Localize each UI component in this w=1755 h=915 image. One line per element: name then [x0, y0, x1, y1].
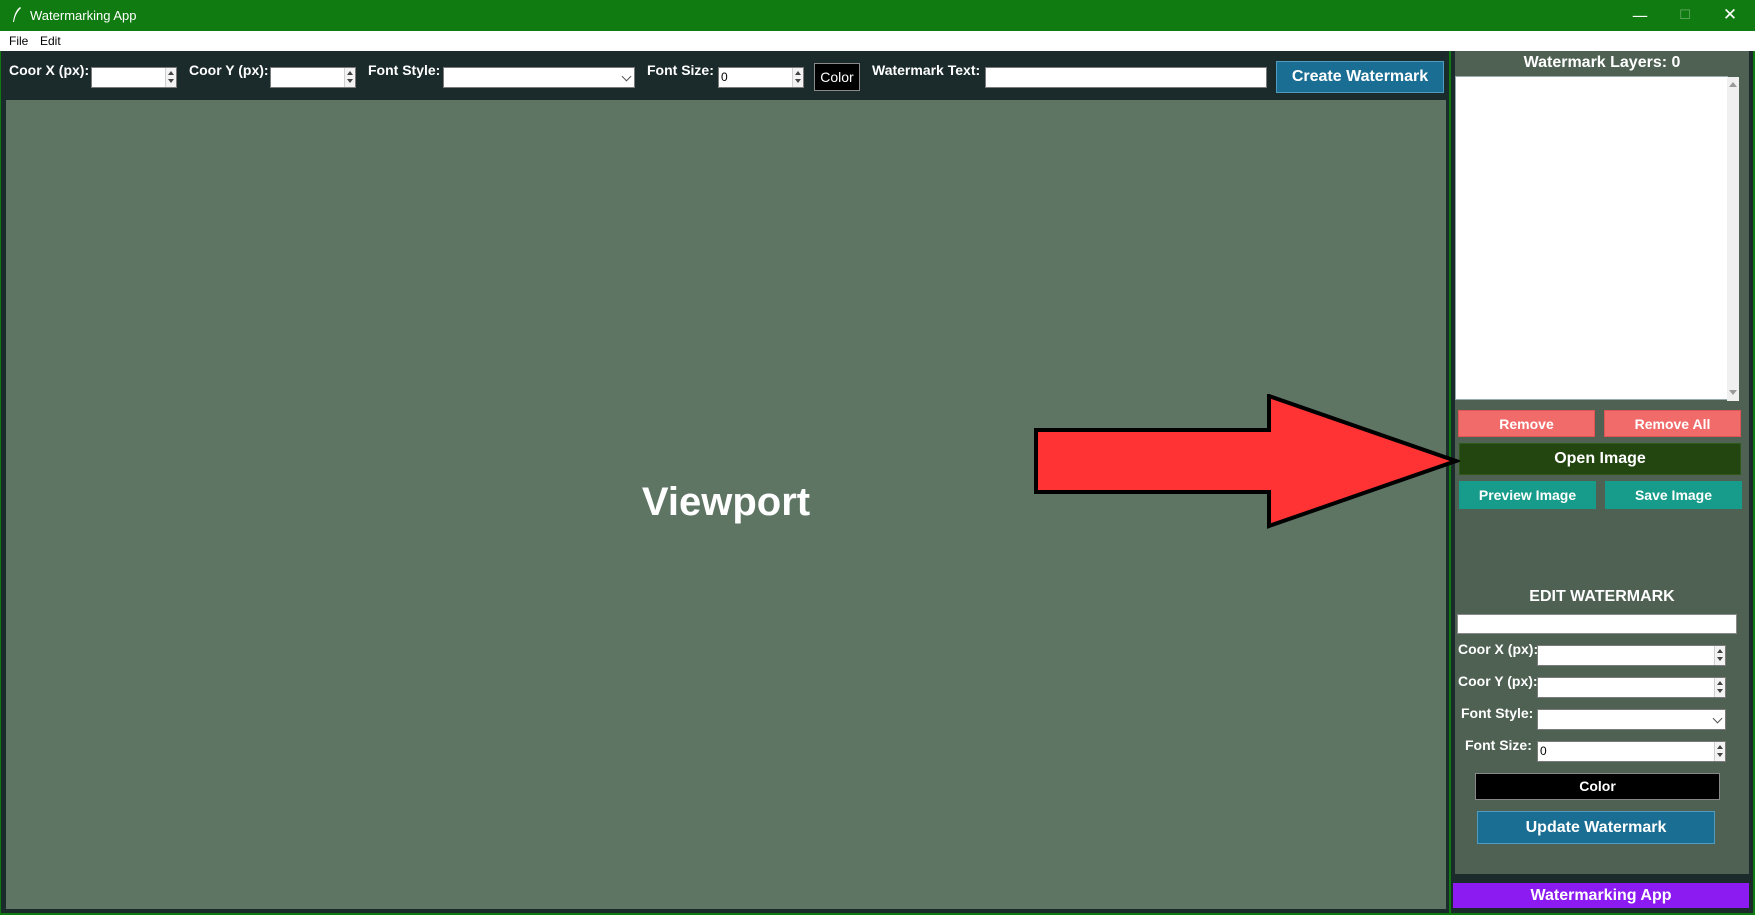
footer-app-label: Watermarking App	[1453, 883, 1749, 908]
edit-font-size-value: 0	[1540, 744, 1547, 758]
create-watermark-button[interactable]: Create Watermark	[1276, 61, 1444, 93]
coor-x-label: Coor X (px):	[9, 62, 90, 78]
window-title: Watermarking App	[30, 8, 137, 23]
layers-title: Watermark Layers: 0	[1523, 54, 1681, 71]
close-icon: ✕	[1722, 5, 1738, 25]
coor-y-label: Coor Y (px):	[189, 62, 269, 78]
watermark-text-input[interactable]	[985, 67, 1267, 88]
app-window: Watermarking App — ☐ ✕ File Edit Coor X …	[0, 0, 1755, 915]
menu-file[interactable]: File	[9, 34, 28, 48]
side-panel: Watermark Layers: 0 Remove Remove All Op…	[1451, 51, 1753, 913]
layers-listbox[interactable]	[1455, 76, 1739, 401]
font-size-label: Font Size:	[647, 62, 714, 78]
font-size-value: 0	[721, 70, 728, 84]
menu-edit[interactable]: Edit	[40, 34, 61, 48]
feather-icon	[13, 7, 21, 22]
edit-coor-y-spinbox[interactable]	[1537, 677, 1726, 698]
edit-font-style-label: Font Style:	[1461, 705, 1534, 721]
spin-arrows-icon[interactable]	[1714, 742, 1725, 761]
spin-arrows-icon[interactable]	[1714, 678, 1725, 697]
minimize-button[interactable]: —	[1617, 0, 1663, 31]
font-style-dropdown[interactable]	[443, 67, 635, 88]
side-panel-inner: Watermark Layers: 0 Remove Remove All Op…	[1455, 51, 1749, 874]
open-image-button[interactable]: Open Image	[1459, 443, 1741, 475]
coor-y-spinbox[interactable]	[270, 67, 356, 88]
edit-coor-x-label: Coor X (px):	[1458, 641, 1539, 657]
edit-color-button[interactable]: Color	[1475, 773, 1720, 800]
edit-coor-x-spinbox[interactable]	[1537, 645, 1726, 666]
layers-scrollbar[interactable]	[1727, 77, 1739, 401]
coor-x-spinbox[interactable]	[91, 67, 177, 88]
color-button[interactable]: Color	[814, 63, 860, 91]
edit-watermark-text-input[interactable]	[1457, 614, 1737, 634]
update-watermark-button[interactable]: Update Watermark	[1477, 811, 1715, 844]
annotation-arrow-icon	[1034, 394, 1460, 529]
maximize-button[interactable]: ☐	[1662, 0, 1708, 31]
edit-watermark-title: EDIT WATERMARK	[1529, 588, 1675, 605]
chevron-down-icon	[1712, 713, 1723, 724]
menu-bar: File Edit	[0, 31, 1755, 51]
watermark-text-label: Watermark Text:	[872, 62, 981, 78]
edit-font-style-dropdown[interactable]	[1537, 709, 1726, 730]
spin-arrows-icon[interactable]	[344, 68, 355, 87]
preview-image-button[interactable]: Preview Image	[1459, 481, 1596, 509]
title-bar: Watermarking App — ☐ ✕	[0, 0, 1755, 31]
remove-button[interactable]: Remove	[1458, 410, 1595, 437]
spin-arrows-icon[interactable]	[165, 68, 176, 87]
edit-coor-y-label: Coor Y (px):	[1458, 673, 1538, 689]
chevron-down-icon	[621, 71, 632, 82]
spin-arrows-icon[interactable]	[1714, 646, 1725, 665]
maximize-icon: ☐	[1679, 8, 1691, 23]
minimize-icon: —	[1632, 6, 1648, 25]
scroll-down-icon[interactable]	[1729, 390, 1737, 395]
edit-font-size-label: Font Size:	[1465, 737, 1532, 753]
font-size-spinbox[interactable]: 0	[718, 67, 804, 88]
font-style-label: Font Style:	[368, 62, 441, 78]
scroll-up-icon[interactable]	[1729, 82, 1737, 87]
remove-all-button[interactable]: Remove All	[1604, 410, 1741, 437]
edit-font-size-spinbox[interactable]: 0	[1537, 741, 1726, 762]
spin-arrows-icon[interactable]	[792, 68, 803, 87]
toolbar: Coor X (px): Coor Y (px): Font Style: Fo…	[1, 51, 1449, 99]
save-image-button[interactable]: Save Image	[1605, 481, 1742, 509]
close-button[interactable]: ✕	[1707, 0, 1753, 31]
